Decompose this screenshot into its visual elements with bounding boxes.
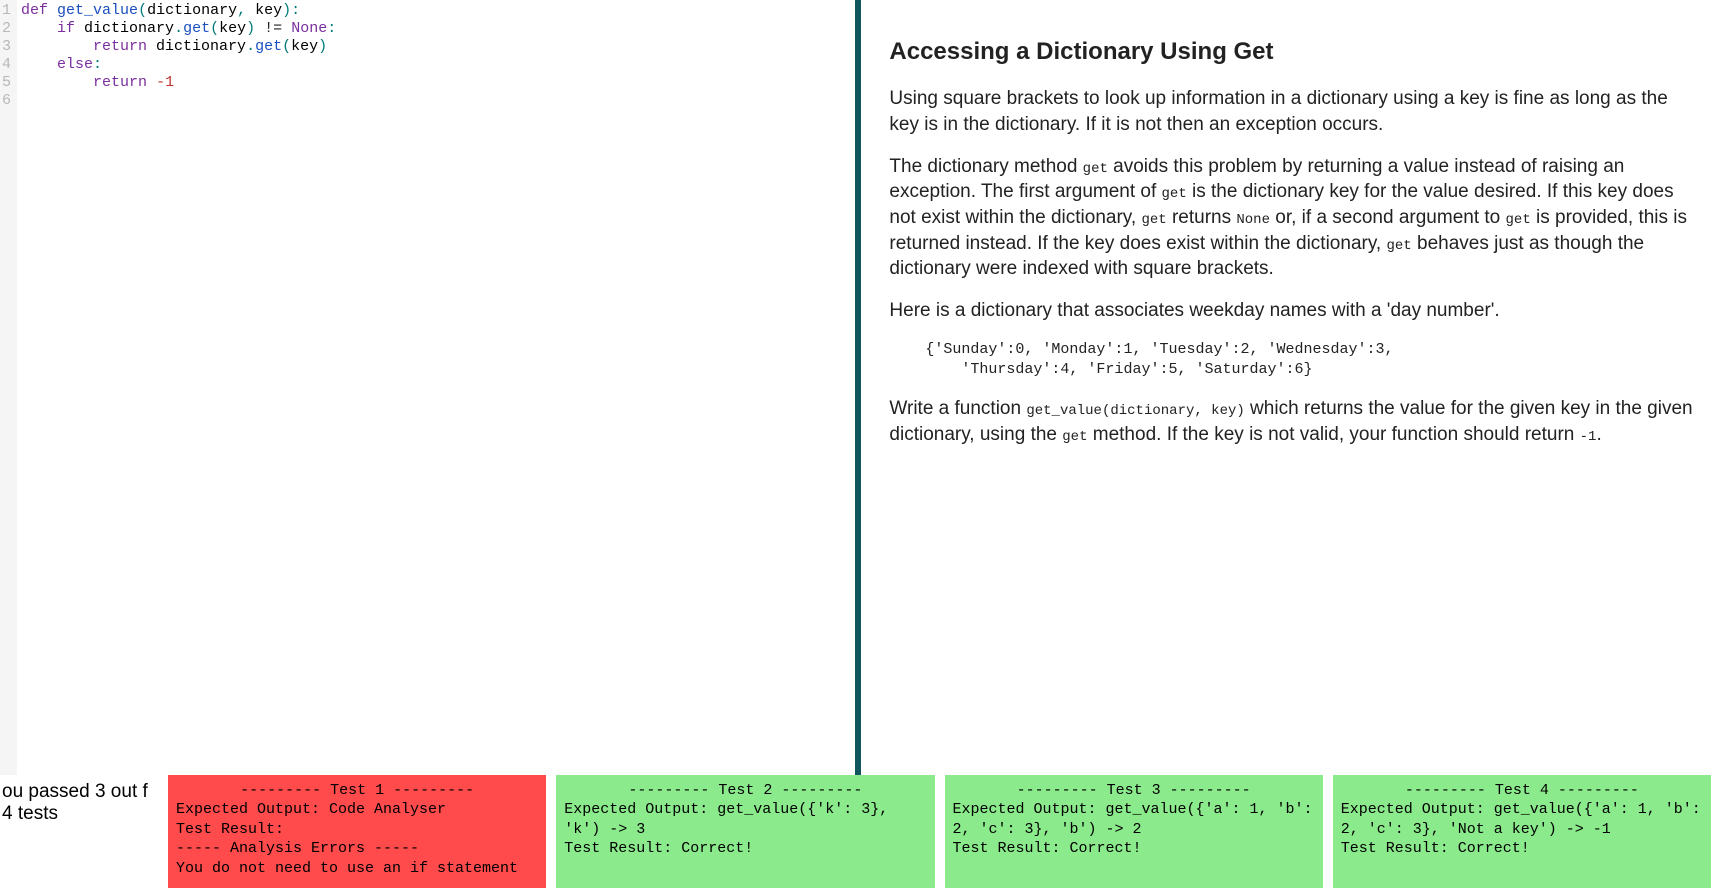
inline-code: get	[1062, 429, 1087, 445]
line-number: 4	[2, 56, 11, 74]
test-line: Test Result: Correct!	[1341, 839, 1703, 859]
test-header: --------- Test 1 ---------	[176, 781, 538, 801]
inline-code: get_value(dictionary, key)	[1026, 403, 1244, 419]
test-line: Expected Output: Code Analyser	[176, 800, 538, 820]
code-content[interactable]: def get_value(dictionary, key): if dicti…	[17, 0, 855, 775]
line-number: 3	[2, 38, 11, 56]
test-line: Test Result: Correct!	[953, 839, 1315, 859]
line-number: 5	[2, 74, 11, 92]
line-number: 6	[2, 92, 11, 110]
test-result-card: --------- Test 1 ---------Expected Outpu…	[168, 775, 546, 888]
test-result-card: --------- Test 2 ---------Expected Outpu…	[556, 775, 934, 888]
test-line: ----- Analysis Errors -----	[176, 839, 538, 859]
instructions-paragraph: Using square brackets to look up informa…	[889, 86, 1695, 137]
line-number: 2	[2, 20, 11, 38]
test-header: --------- Test 3 ---------	[953, 781, 1315, 801]
test-header: --------- Test 2 ---------	[564, 781, 926, 801]
test-line: Test Result: Correct!	[564, 839, 926, 859]
inline-code: None	[1236, 212, 1270, 228]
instructions-title: Accessing a Dictionary Using Get	[889, 36, 1695, 68]
test-line: Expected Output: get_value({'a': 1, 'b':…	[1341, 800, 1703, 839]
code-editor[interactable]: 1 2 3 4 5 6 def get_value(dictionary, ke…	[0, 0, 855, 775]
code-block: {'Sunday':0, 'Monday':1, 'Tuesday':2, 'W…	[925, 340, 1695, 381]
results-summary: ou passed 3 out f 4 tests	[0, 775, 168, 833]
test-cards-container: --------- Test 1 ---------Expected Outpu…	[168, 775, 1717, 888]
inline-code: get	[1387, 238, 1412, 254]
line-number: 1	[2, 2, 11, 20]
test-result-card: --------- Test 3 ---------Expected Outpu…	[945, 775, 1323, 888]
main-row: 1 2 3 4 5 6 def get_value(dictionary, ke…	[0, 0, 1717, 775]
inline-code: -1	[1580, 429, 1597, 445]
inline-code: get	[1506, 212, 1531, 228]
test-line: Expected Output: get_value({'k': 3}, 'k'…	[564, 800, 926, 839]
instructions-paragraph: The dictionary method get avoids this pr…	[889, 154, 1695, 282]
results-panel: ou passed 3 out f 4 tests --------- Test…	[0, 775, 1717, 888]
test-result-card: --------- Test 4 ---------Expected Outpu…	[1333, 775, 1711, 888]
test-line: You do not need to use an if statement	[176, 859, 538, 879]
inline-code: get	[1162, 186, 1187, 202]
line-number-gutter: 1 2 3 4 5 6	[0, 0, 17, 775]
instructions-pane[interactable]: Accessing a Dictionary Using Get Using s…	[861, 0, 1717, 775]
test-header: --------- Test 4 ---------	[1341, 781, 1703, 801]
test-line: Expected Output: get_value({'a': 1, 'b':…	[953, 800, 1315, 839]
instructions-paragraph: Here is a dictionary that associates wee…	[889, 298, 1695, 324]
inline-code: get	[1083, 161, 1108, 177]
instructions-paragraph: Write a function get_value(dictionary, k…	[889, 396, 1695, 447]
test-line: Test Result:	[176, 820, 538, 840]
inline-code: get	[1141, 212, 1166, 228]
